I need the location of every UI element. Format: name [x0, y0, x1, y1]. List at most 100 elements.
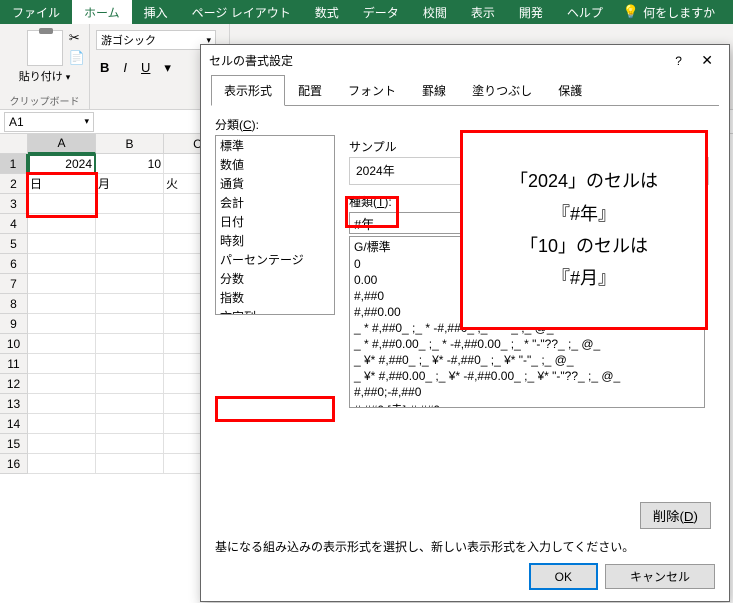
format-item[interactable]: _ * #,##0.00_ ;_ * -#,##0.00_ ;_ * "-"??… [350, 336, 704, 352]
cell[interactable] [96, 234, 164, 254]
category-item[interactable]: パーセンテージ [216, 250, 334, 269]
dialog-title: セルの書式設定 [209, 52, 293, 69]
cell[interactable] [28, 254, 96, 274]
row-header[interactable]: 8 [0, 294, 28, 314]
name-box[interactable]: A1 ▾ [4, 112, 94, 132]
category-item[interactable]: 標準 [216, 136, 334, 155]
category-item[interactable]: 通貨 [216, 174, 334, 193]
category-item[interactable]: 時刻 [216, 231, 334, 250]
cell[interactable] [28, 434, 96, 454]
cell[interactable] [96, 394, 164, 414]
category-list[interactable]: 標準数値通貨会計日付時刻パーセンテージ分数指数文字列その他ユーザー定義 [215, 135, 335, 315]
tab-help[interactable]: ヘルプ [555, 0, 615, 24]
row-header[interactable]: 10 [0, 334, 28, 354]
tab-formulas[interactable]: 数式 [303, 0, 351, 24]
cell[interactable] [96, 434, 164, 454]
close-icon[interactable]: ✕ [693, 50, 721, 70]
cell[interactable] [96, 294, 164, 314]
cell[interactable] [28, 314, 96, 334]
select-all-corner[interactable] [0, 134, 28, 154]
tab-home[interactable]: ホーム [72, 0, 132, 24]
category-item[interactable]: 会計 [216, 193, 334, 212]
tab-font[interactable]: フォント [335, 75, 409, 106]
format-item[interactable]: #,##0;[赤]-#,##0 [350, 400, 704, 408]
row-header[interactable]: 11 [0, 354, 28, 374]
cell[interactable] [28, 414, 96, 434]
cell[interactable] [28, 354, 96, 374]
tell-me[interactable]: 💡 何をしますか [623, 4, 715, 21]
row-header[interactable]: 15 [0, 434, 28, 454]
row-header[interactable]: 16 [0, 454, 28, 474]
category-item[interactable]: 日付 [216, 212, 334, 231]
row-header[interactable]: 6 [0, 254, 28, 274]
tab-page-layout[interactable]: ページ レイアウト [180, 0, 303, 24]
row-header[interactable]: 14 [0, 414, 28, 434]
cell[interactable] [28, 454, 96, 474]
bold-button[interactable]: B [96, 58, 113, 78]
col-header-a[interactable]: A [28, 134, 96, 154]
category-item[interactable]: 数値 [216, 155, 334, 174]
row-header[interactable]: 13 [0, 394, 28, 414]
cell[interactable] [96, 274, 164, 294]
row-header[interactable]: 1 [0, 154, 28, 174]
tab-developer[interactable]: 開発 [507, 0, 555, 24]
paste-icon[interactable] [27, 30, 63, 66]
help-icon[interactable]: ? [667, 52, 690, 70]
tab-number-format[interactable]: 表示形式 [211, 75, 285, 106]
cell[interactable]: 日 [28, 174, 96, 194]
row-header[interactable]: 4 [0, 214, 28, 234]
format-item[interactable]: _ ¥* #,##0.00_ ;_ ¥* -#,##0.00_ ;_ ¥* "-… [350, 368, 704, 384]
tab-insert[interactable]: 挿入 [132, 0, 180, 24]
row-header[interactable]: 9 [0, 314, 28, 334]
category-item[interactable]: 指数 [216, 288, 334, 307]
cell[interactable]: 10 [96, 154, 164, 174]
cell[interactable] [96, 254, 164, 274]
delete-button[interactable]: 削除(D) [640, 502, 711, 529]
tab-border[interactable]: 罫線 [409, 75, 459, 106]
font-name-select[interactable]: 游ゴシック ▾ [96, 30, 216, 50]
cell[interactable]: 2024 [28, 154, 96, 174]
cell[interactable] [28, 274, 96, 294]
cell[interactable]: 月 [96, 174, 164, 194]
tab-fill[interactable]: 塗りつぶし [459, 75, 545, 106]
format-item[interactable]: _ ¥* #,##0_ ;_ ¥* -#,##0_ ;_ ¥* "-"_ ;_ … [350, 352, 704, 368]
col-header-b[interactable]: B [96, 134, 164, 154]
cell[interactable] [96, 314, 164, 334]
cancel-button[interactable]: キャンセル [605, 564, 715, 589]
cell[interactable] [96, 194, 164, 214]
cell[interactable] [96, 334, 164, 354]
cell[interactable] [28, 294, 96, 314]
tab-data[interactable]: データ [351, 0, 411, 24]
paste-label[interactable]: 貼り付け ▾ [19, 68, 71, 84]
copy-icon[interactable]: 📄 [69, 50, 85, 66]
category-item[interactable]: 文字列 [216, 307, 334, 315]
cell[interactable] [96, 214, 164, 234]
cell[interactable] [96, 374, 164, 394]
cell[interactable] [96, 354, 164, 374]
ok-button[interactable]: OK [530, 564, 597, 589]
category-item[interactable]: 分数 [216, 269, 334, 288]
row-header[interactable]: 2 [0, 174, 28, 194]
underline-button[interactable]: U [137, 58, 154, 78]
cell[interactable] [96, 454, 164, 474]
tab-file[interactable]: ファイル [0, 0, 72, 24]
row-header[interactable]: 3 [0, 194, 28, 214]
tab-alignment[interactable]: 配置 [285, 75, 335, 106]
cut-icon[interactable]: ✂ [69, 30, 85, 46]
cell[interactable] [96, 414, 164, 434]
row-header[interactable]: 5 [0, 234, 28, 254]
italic-button[interactable]: I [119, 58, 131, 78]
cell[interactable] [28, 214, 96, 234]
tab-review[interactable]: 校閲 [411, 0, 459, 24]
cell[interactable] [28, 334, 96, 354]
ribbon-tabs: ファイル ホーム 挿入 ページ レイアウト 数式 データ 校閲 表示 開発 ヘル… [0, 0, 733, 24]
format-item[interactable]: #,##0;-#,##0 [350, 384, 704, 400]
cell[interactable] [28, 194, 96, 214]
row-header[interactable]: 12 [0, 374, 28, 394]
cell[interactable] [28, 234, 96, 254]
tab-view[interactable]: 表示 [459, 0, 507, 24]
cell[interactable] [28, 374, 96, 394]
cell[interactable] [28, 394, 96, 414]
row-header[interactable]: 7 [0, 274, 28, 294]
tab-protection[interactable]: 保護 [545, 75, 595, 106]
